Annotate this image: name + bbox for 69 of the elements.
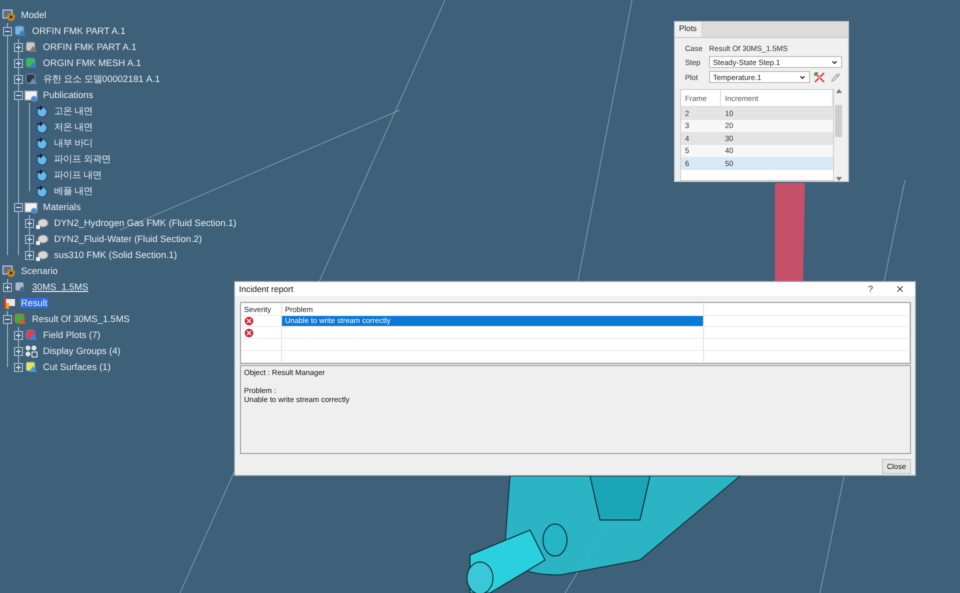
field-plots-icon: [24, 328, 38, 342]
expand-icon[interactable]: [14, 362, 23, 372]
collapse-icon[interactable]: [3, 26, 12, 36]
expand-icon[interactable]: [14, 346, 23, 356]
fem-icon: [24, 72, 38, 86]
material-icon: [35, 216, 49, 230]
model-icon: [2, 8, 16, 22]
tree-item[interactable]: ORGIN FMK MESH A.1: [42, 58, 142, 68]
collapse-icon[interactable]: [3, 314, 12, 324]
error-icon: [244, 316, 254, 326]
expand-icon[interactable]: [14, 74, 23, 84]
expand-icon[interactable]: [25, 218, 34, 228]
collapse-icon[interactable]: [14, 202, 23, 212]
tree-item[interactable]: Field Plots (7): [42, 330, 102, 340]
expand-icon[interactable]: [3, 282, 12, 292]
help-button[interactable]: ?: [862, 284, 879, 294]
part-icon: [24, 40, 38, 54]
error-icon: [244, 328, 254, 338]
result-of-icon: [13, 312, 27, 326]
mesh-icon: [24, 56, 38, 70]
expand-icon[interactable]: [14, 58, 23, 68]
caret-icon: [831, 58, 838, 66]
expand-icon[interactable]: [25, 234, 34, 244]
scenario-icon: [13, 280, 27, 294]
tree-item[interactable]: 파이프 외곽면: [53, 152, 112, 166]
tree-item[interactable]: sus310 FMK (Solid Section.1): [53, 250, 178, 260]
publication-icon: [35, 152, 49, 166]
expand-icon[interactable]: [25, 250, 34, 260]
material-icon: [35, 232, 49, 246]
tree-item[interactable]: 저온 내면: [53, 120, 94, 134]
result-icon: [2, 296, 16, 310]
expand-icon[interactable]: [14, 42, 23, 52]
arrows-icon[interactable]: [813, 71, 826, 83]
tree-item[interactable]: 파이프 내면: [53, 168, 103, 182]
publication-icon: [35, 104, 49, 118]
tree-item[interactable]: Publications: [42, 90, 94, 100]
tree-item[interactable]: DYN2_Hydrogen Gas FMK (Fluid Section.1): [53, 218, 238, 228]
cut-surfaces-icon: [24, 360, 38, 374]
tree-item[interactable]: 고온 내면: [53, 104, 94, 118]
tree-item[interactable]: Model: [20, 10, 48, 20]
caret-icon: [799, 74, 806, 80]
collapse-icon[interactable]: [14, 90, 23, 100]
publication-icon: [35, 184, 49, 198]
tree-item[interactable]: Display Groups (4): [42, 346, 122, 356]
publication-icon: [35, 168, 49, 182]
tree-item[interactable]: ORFIN FMK PART A.1: [42, 42, 138, 52]
model-icon: [2, 264, 16, 278]
tree-item[interactable]: DYN2_Fluid-Water (Fluid Section.2): [53, 234, 203, 244]
tree-item[interactable]: Scenario: [20, 266, 59, 276]
tree-item[interactable]: 유한 요소 모델00002181 A.1: [42, 72, 162, 86]
tree-item[interactable]: Result Of 30MS_1.5MS: [31, 314, 131, 324]
tree-item[interactable]: Result: [20, 298, 48, 308]
publication-icon: [35, 120, 49, 134]
tree-item[interactable]: Materials: [42, 202, 82, 212]
tree-item[interactable]: 내부 바디: [53, 136, 94, 150]
tree-item[interactable]: Cut Surfaces (1): [42, 362, 112, 372]
folder-icon: [24, 200, 38, 214]
folder-icon: [24, 88, 38, 102]
tree-item[interactable]: 30MS_1.5MS: [31, 282, 90, 292]
tree-item[interactable]: 베플 내면: [53, 184, 94, 198]
display-groups-icon: [24, 344, 38, 358]
product-icon: [13, 24, 27, 38]
scrollbar[interactable]: [834, 89, 843, 181]
dialog-title: Incident report: [239, 284, 294, 294]
tree-item[interactable]: ORFIN FMK PART A.1: [31, 26, 127, 36]
expand-icon[interactable]: [14, 330, 23, 340]
plots-tab[interactable]: Plots: [675, 22, 701, 37]
material-icon: [35, 248, 49, 262]
publication-icon: [35, 136, 49, 150]
